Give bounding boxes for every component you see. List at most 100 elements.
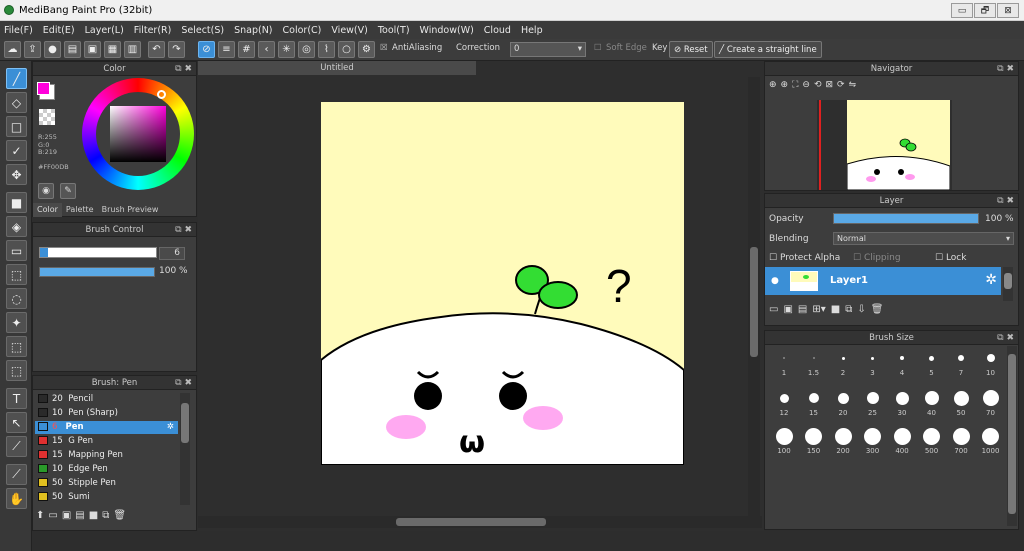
brush-item-g-pen[interactable]: 15 G Pen (35, 435, 178, 448)
brush-size-option[interactable]: 100 (769, 427, 799, 455)
brush-size-option[interactable]: 200 (828, 427, 858, 455)
eyedropper-icon[interactable]: ⟋ (6, 464, 27, 485)
perspective-snap-icon[interactable]: ‹ (258, 41, 275, 58)
duplicate-layer-icon[interactable]: ⧉ (845, 304, 852, 315)
zoom-in-icon[interactable]: ⊕ (769, 80, 777, 90)
zoom-out-icon[interactable]: ⊖ (802, 80, 810, 90)
protect-alpha-checkbox[interactable]: ☐ Protect Alpha (769, 253, 840, 263)
panel-controls-icon[interactable]: ⧉ ✖ (175, 376, 192, 390)
new-color-layer-icon[interactable]: ▣ (783, 304, 792, 315)
brush-size-option[interactable]: 1 (769, 349, 799, 377)
text-tool-icon[interactable]: T (6, 388, 27, 409)
comment-icon[interactable]: ● (44, 41, 61, 58)
primary-color-swatch[interactable] (37, 82, 50, 95)
brush-size-option[interactable]: 30 (887, 389, 917, 417)
trash-icon[interactable]: 🗑 (113, 510, 126, 521)
brush-size-option[interactable]: 4 (887, 349, 917, 377)
brush-size-option[interactable]: 50 (946, 389, 976, 417)
brush-tool-icon[interactable]: ╱ (6, 68, 27, 89)
reset-button[interactable]: ⊘ Reset (669, 41, 713, 58)
layer-list-scrollbar[interactable] (1003, 267, 1013, 301)
duplicate-icon[interactable]: ⧉ (102, 510, 109, 521)
brush-list-scrollbar[interactable] (180, 393, 190, 505)
brush-size-option[interactable]: 15 (799, 389, 829, 417)
brush-size-option[interactable]: 150 (799, 427, 829, 455)
new-brush-icon[interactable]: ▭ (48, 510, 57, 521)
menu-tool[interactable]: Tool(T) (378, 25, 410, 36)
brush-size-option[interactable]: 40 (917, 389, 947, 417)
panel-controls-icon[interactable]: ⧉ ✖ (997, 194, 1014, 208)
navigator-preview[interactable] (817, 100, 952, 190)
dot-tool-icon[interactable]: □ (6, 116, 27, 137)
panel-controls-icon[interactable]: ⧉ ✖ (997, 62, 1014, 76)
bucket-icon[interactable]: ◈ (6, 216, 27, 237)
select-rect-icon[interactable]: ⬚ (6, 264, 27, 285)
tab-brush-preview[interactable]: Brush Preview (98, 203, 163, 217)
clipping-checkbox[interactable]: ☐ Clipping (853, 253, 901, 263)
select-draw-icon[interactable]: ✓ (6, 140, 27, 161)
brush-opacity-slider[interactable] (39, 267, 155, 277)
antialiasing-checkbox[interactable]: ☒ (380, 43, 388, 53)
transparent-color-swatch[interactable] (39, 109, 55, 125)
hue-wheel[interactable] (82, 78, 194, 190)
brush-size-option[interactable]: 300 (858, 427, 888, 455)
menu-view[interactable]: View(V) (331, 25, 367, 36)
brush-item-pen[interactable]: 6 Pen ✲ (35, 421, 178, 434)
gradient-icon[interactable]: ▭ (6, 240, 27, 261)
brush-item-stipple-pen[interactable]: 50 Stipple Pen (35, 477, 178, 490)
canvas-vertical-scrollbar[interactable] (748, 77, 760, 517)
brush-size-option[interactable]: 20 (828, 389, 858, 417)
visibility-eye-icon[interactable]: ● (771, 276, 779, 286)
export-icon[interactable]: ⇪ (24, 41, 41, 58)
new-halftone-layer-icon[interactable]: ▤ (798, 304, 807, 315)
folder-icon[interactable]: ■ (831, 304, 840, 315)
soft-edge-checkbox[interactable]: ☐ (594, 43, 602, 53)
radial-snap-icon[interactable]: ✳ (278, 41, 295, 58)
tab-untitled[interactable]: Untitled (198, 61, 476, 75)
select-pen-icon[interactable]: ⬚ (6, 336, 27, 357)
circle-snap-icon[interactable]: ◎ (298, 41, 315, 58)
brush-item-pen-sharp[interactable]: 10 Pen (Sharp) (35, 407, 178, 420)
brush-size-option[interactable]: 12 (769, 389, 799, 417)
menu-color[interactable]: Color(C) (283, 25, 322, 36)
trash-icon[interactable]: 🗑 (871, 304, 884, 315)
operation-tool-icon[interactable]: ↖ (6, 412, 27, 433)
panel-controls-icon[interactable]: ⧉ ✖ (175, 62, 192, 76)
tab-color[interactable]: Color (33, 203, 62, 217)
drawing-canvas[interactable]: ? ω (320, 102, 685, 466)
lasso-icon[interactable]: ◌ (6, 288, 27, 309)
brush-size-option[interactable]: 2 (828, 349, 858, 377)
brush-size-option[interactable]: 70 (976, 389, 1006, 417)
tab-palette[interactable]: Palette (62, 203, 98, 217)
brush-size-option[interactable]: 3 (858, 349, 888, 377)
parallel-snap-icon[interactable]: ≡ (218, 41, 235, 58)
reset-view-icon[interactable]: ⊠ (826, 80, 834, 90)
panel-controls-icon[interactable]: ⧉ ✖ (997, 331, 1014, 345)
ellipse-snap-icon[interactable]: ○ (338, 41, 355, 58)
maximize-button[interactable]: 🗗 (974, 3, 996, 18)
brush-size-option[interactable]: 1000 (976, 427, 1006, 455)
brush-item-edge-pen[interactable]: 10 Edge Pen (35, 463, 178, 476)
brush-item-sumi[interactable]: 50 Sumi (35, 491, 178, 504)
menu-file[interactable]: File(F) (4, 25, 33, 36)
correction-dropdown[interactable]: 0 ▾ (510, 42, 586, 57)
hand-tool-icon[interactable]: ✋ (6, 488, 27, 509)
canvas-horizontal-scrollbar[interactable] (198, 516, 762, 528)
rotate-left-icon[interactable]: ⟲ (814, 80, 822, 90)
brush-size-slider[interactable] (39, 247, 157, 258)
hue-handle[interactable] (157, 90, 166, 99)
divide-tool-icon[interactable]: ⟋ (6, 436, 27, 457)
menu-help[interactable]: Help (521, 25, 543, 36)
layer-opacity-slider[interactable] (833, 213, 979, 224)
brush-size-option[interactable]: 1.5 (799, 349, 829, 377)
menu-window[interactable]: Window(W) (420, 25, 474, 36)
brush-size-option[interactable]: 25 (858, 389, 888, 417)
minimize-button[interactable]: ▭ (951, 3, 973, 18)
cloud-upload-icon[interactable]: ☁ (4, 41, 21, 58)
menu-select[interactable]: Select(S) (181, 25, 224, 36)
grid-snap-icon[interactable]: # (238, 41, 255, 58)
flip-icon[interactable]: ⇋ (849, 80, 857, 90)
menu-edit[interactable]: Edit(E) (43, 25, 75, 36)
brush-item-pencil[interactable]: 20 Pencil (35, 393, 178, 406)
menu-cloud[interactable]: Cloud (484, 25, 511, 36)
